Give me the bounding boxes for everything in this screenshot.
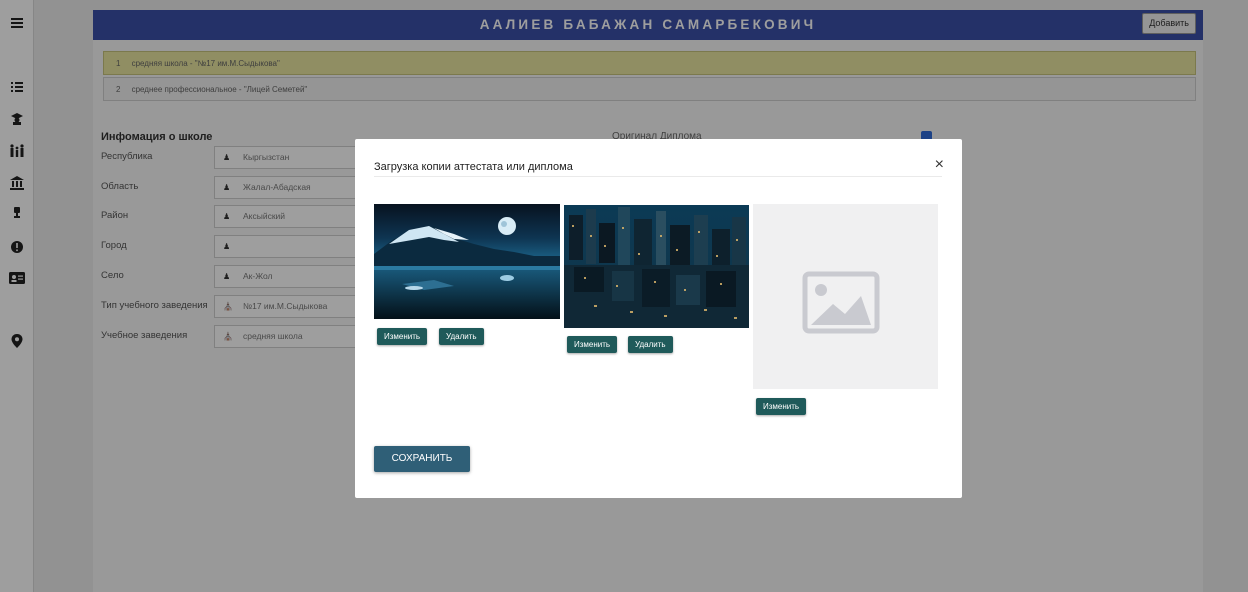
image-placeholder-icon	[802, 271, 880, 334]
save-button[interactable]: СОХРАНИТЬ	[374, 446, 470, 472]
upload-modal: Загрузка копии аттестата или диплома × И…	[355, 139, 962, 498]
modal-title: Загрузка копии аттестата или диплома	[374, 161, 573, 173]
city-skyline-image	[564, 205, 749, 328]
delete-button[interactable]: Удалить	[439, 328, 484, 345]
modal-divider	[374, 176, 942, 177]
image-placeholder	[753, 204, 938, 389]
close-icon[interactable]: ×	[935, 157, 944, 173]
change-button[interactable]: Изменить	[756, 398, 807, 415]
change-button[interactable]: Изменить	[567, 336, 618, 353]
night-mountain-lake-image	[374, 204, 560, 319]
delete-button[interactable]: Удалить	[628, 336, 673, 353]
change-button[interactable]: Изменить	[377, 328, 428, 345]
